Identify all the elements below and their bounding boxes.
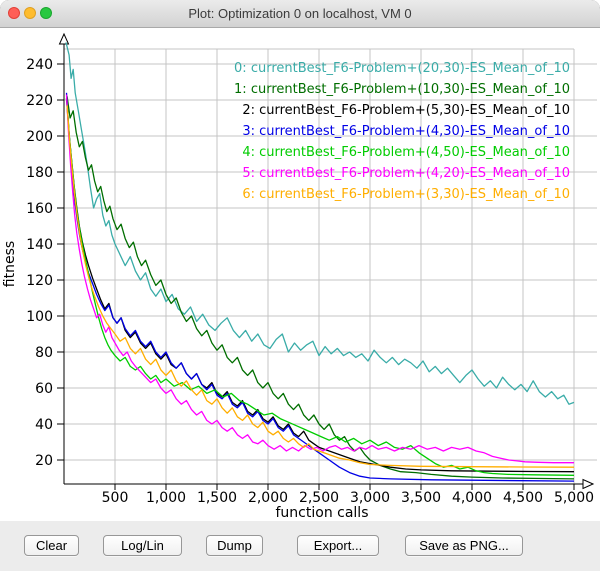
y-tick-label: 180 [26, 165, 53, 181]
x-axis-arrow-icon [583, 480, 593, 489]
y-tick-label: 220 [26, 93, 53, 109]
plot-window: Plot: Optimization 0 on localhost, VM 0 … [0, 0, 600, 571]
window-title: Plot: Optimization 0 on localhost, VM 0 [0, 0, 600, 27]
x-tick-label: 1,500 [197, 490, 237, 506]
x-tick-label: 5,000 [554, 490, 594, 506]
legend-entry-6: 6: currentBest_F6-Problem+(3,30)-ES_Mean… [242, 185, 570, 205]
save-as-png-button[interactable]: Save as PNG... [405, 535, 523, 556]
toolbar: Clear Log/Lin Dump Export... Save as PNG… [0, 521, 600, 571]
legend-entry-5: 5: currentBest_F6-Problem+(4,20)-ES_Mean… [242, 164, 570, 184]
x-tick-label: 2,000 [248, 490, 288, 506]
y-tick-label: 20 [35, 453, 53, 469]
x-tick-label: 1,000 [146, 490, 186, 506]
y-tick-label: 240 [26, 57, 53, 73]
legend-entry-1: 1: currentBest_F6-Problem+(10,30)-ES_Mea… [234, 80, 570, 100]
y-tick-label: 60 [35, 381, 53, 397]
x-tick-label: 4,500 [503, 490, 543, 506]
legend-entry-0: 0: currentBest_F6-Problem+(20,30)-ES_Mea… [234, 59, 570, 79]
x-tick-label: 2,500 [299, 490, 339, 506]
x-axis-title: function calls [276, 505, 369, 521]
legend-entry-3: 3: currentBest_F6-Problem+(4,30)-ES_Mean… [242, 122, 570, 142]
y-tick-label: 120 [26, 273, 53, 289]
y-tick-label: 100 [26, 309, 53, 325]
x-tick-label: 3,500 [401, 490, 441, 506]
y-axis-title: fitness [2, 241, 18, 287]
log-lin-button[interactable]: Log/Lin [103, 535, 182, 556]
legend-entry-4: 4: currentBest_F6-Problem+(4,50)-ES_Mean… [242, 143, 570, 163]
x-tick-label: 4,000 [452, 490, 492, 506]
y-tick-label: 160 [26, 201, 53, 217]
x-tick-label: 3,000 [350, 490, 390, 506]
y-tick-label: 200 [26, 129, 53, 145]
title-bar[interactable]: Plot: Optimization 0 on localhost, VM 0 [0, 0, 600, 28]
export-button[interactable]: Export... [297, 535, 379, 556]
y-tick-label: 80 [35, 345, 53, 361]
dump-button[interactable]: Dump [206, 535, 263, 556]
plot-area: 20 40 60 80 100 120 140 160 180 200 220 240 500 1,000… [0, 28, 600, 521]
y-tick-label: 140 [26, 237, 53, 253]
legend-entry-2: 2: currentBest_F6-Problem+(5,30)-ES_Mean… [242, 101, 570, 121]
y-axis-arrow-icon [60, 34, 69, 44]
x-tick-label: 500 [102, 490, 129, 506]
clear-button[interactable]: Clear [24, 535, 79, 556]
y-tick-label: 40 [35, 417, 53, 433]
